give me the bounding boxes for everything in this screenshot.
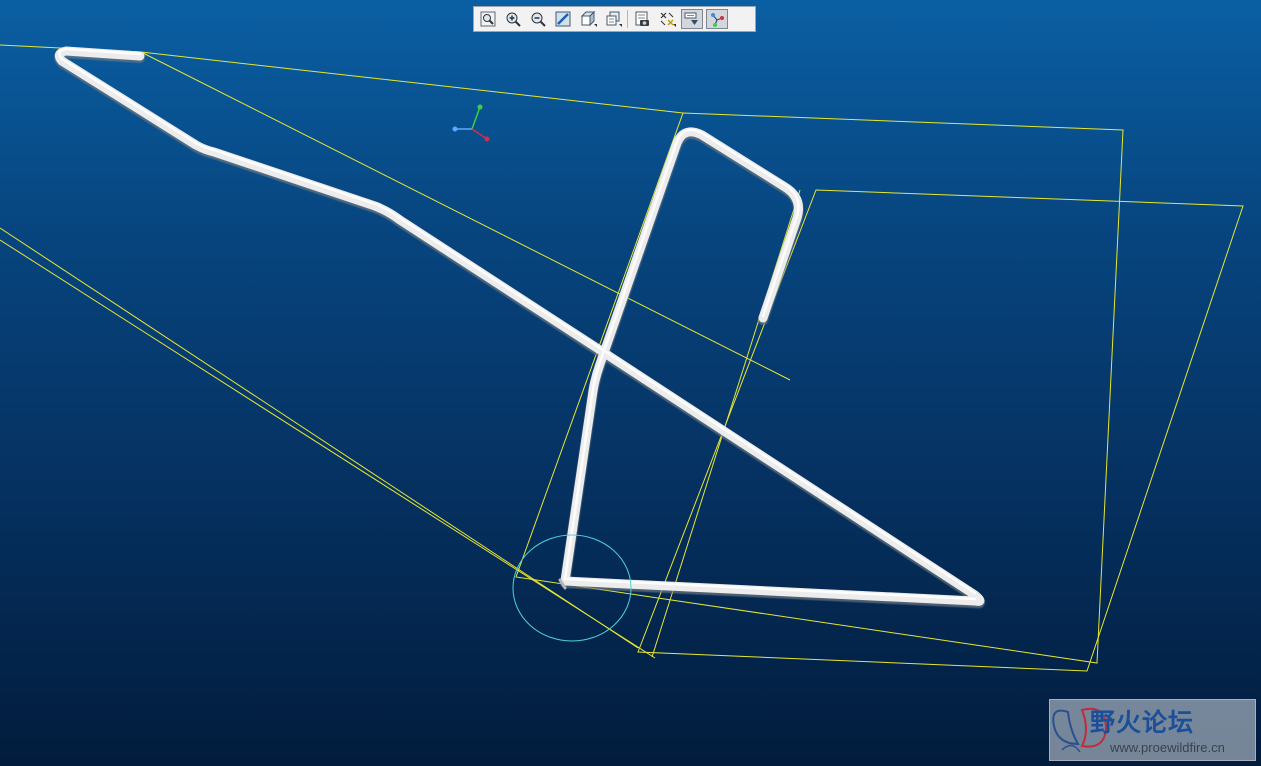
- repaint-icon: [555, 11, 571, 27]
- watermark-title: 野火论坛: [1090, 708, 1195, 737]
- wire-highlight: [58, 47, 977, 601]
- graphics-viewport[interactable]: 野火论坛 www.proewildfire.cn: [0, 0, 1261, 766]
- refit-button[interactable]: [477, 9, 499, 29]
- display-style-button[interactable]: [577, 9, 599, 29]
- view-manager-button[interactable]: [631, 9, 653, 29]
- watermark-url: www.proewildfire.cn: [1110, 740, 1225, 755]
- spin-center-button[interactable]: [706, 9, 728, 29]
- zoom-out-button[interactable]: [527, 9, 549, 29]
- zoom-fit-icon: [480, 11, 496, 27]
- model-scene[interactable]: [0, 0, 1261, 766]
- datum-plane-top-diagonal[interactable]: [140, 51, 791, 381]
- annotation-display-icon: [684, 12, 698, 25]
- zoom-in-button[interactable]: [502, 9, 524, 29]
- wire-shadow: [54, 48, 985, 609]
- forum-watermark: 野火论坛 www.proewildfire.cn: [1049, 699, 1256, 761]
- wire-sweep[interactable]: [54, 46, 985, 609]
- datum-display-button[interactable]: [656, 9, 678, 29]
- coordinate-triad-icon: [452, 104, 490, 142]
- saved-views-button[interactable]: [602, 9, 624, 29]
- spin-center-icon: [711, 13, 724, 27]
- zoom-in-icon: [506, 12, 521, 27]
- toolbar-separator: [627, 10, 628, 28]
- datum-plane-side-edge[interactable]: [0, 227, 639, 649]
- wire-body[interactable]: [54, 46, 985, 606]
- datum-plane-side-edge-inner[interactable]: [0, 239, 656, 659]
- zoom-out-icon: [531, 12, 546, 27]
- annotation-display-button[interactable]: [681, 9, 703, 29]
- repaint-button[interactable]: [552, 9, 574, 29]
- view-toolbar: [473, 6, 756, 32]
- view-manager-icon: [635, 11, 649, 26]
